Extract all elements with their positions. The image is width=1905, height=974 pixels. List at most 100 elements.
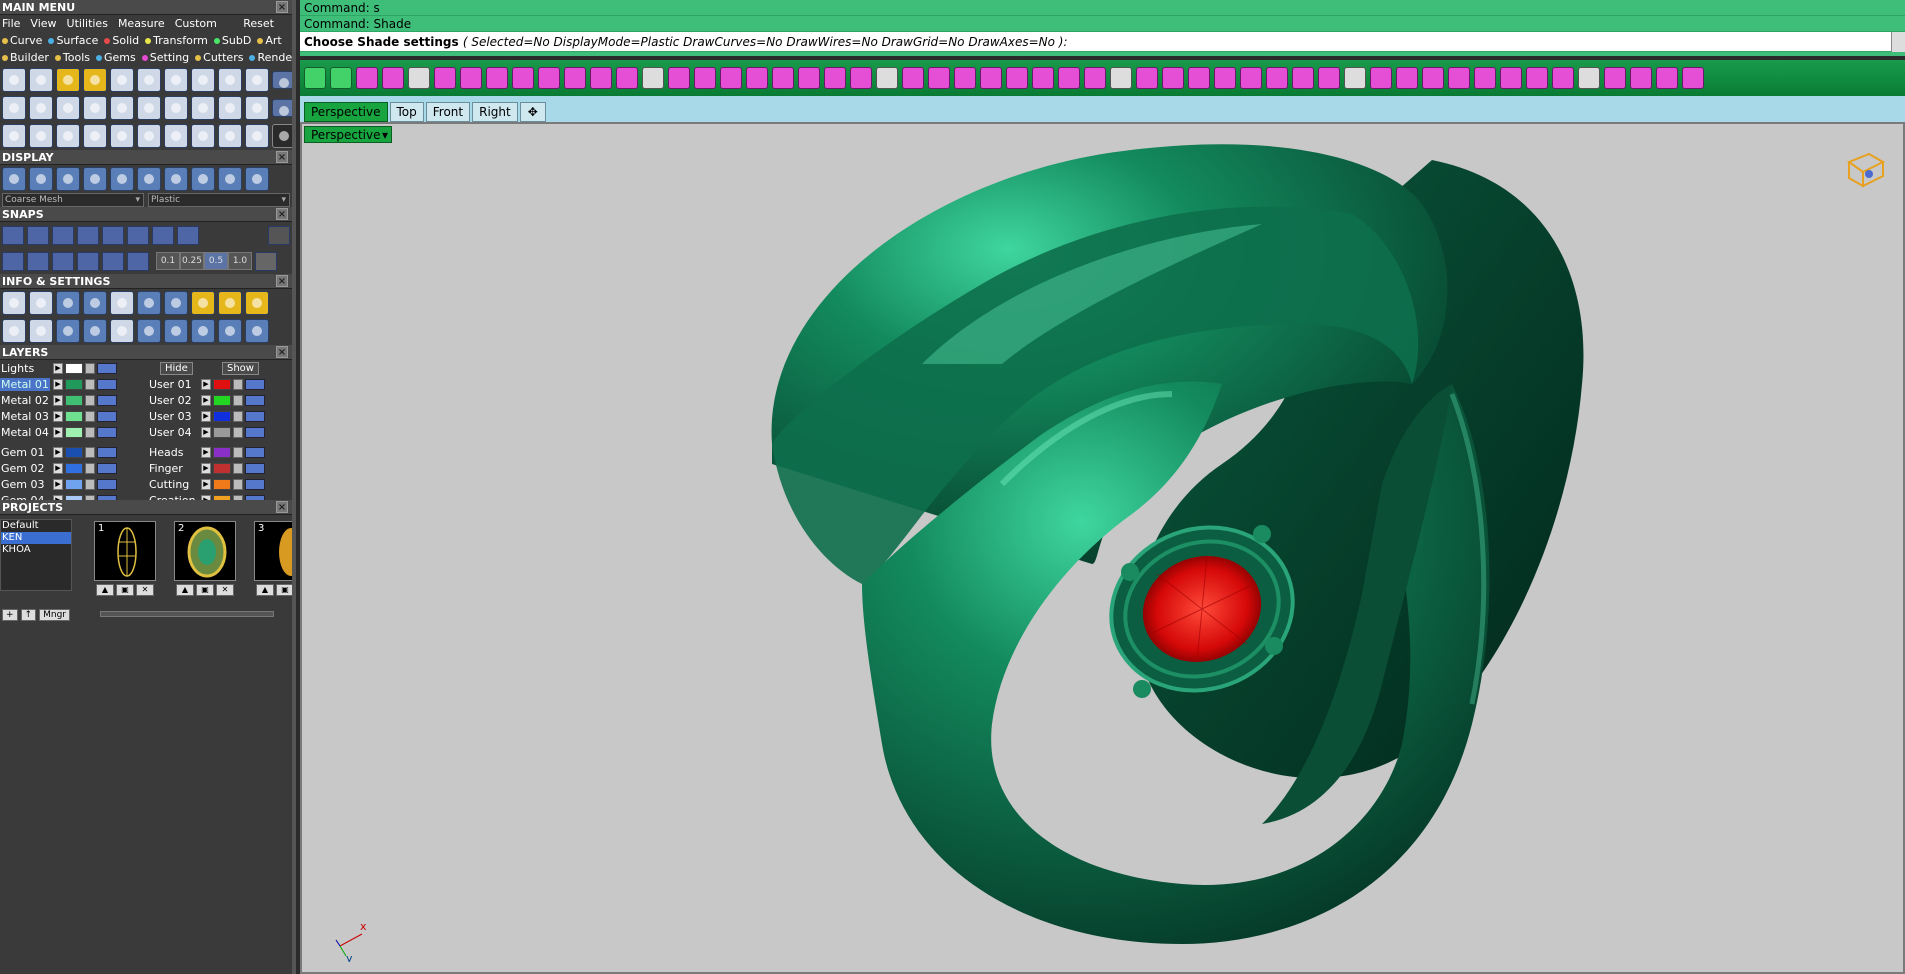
layer-name[interactable]: User 04 (148, 426, 198, 439)
expand-icon[interactable]: ▶ (53, 447, 63, 458)
plane-snap-icon[interactable] (27, 251, 49, 271)
layer-name[interactable]: Gem 01 (0, 446, 50, 459)
lock-icon[interactable] (85, 463, 95, 474)
lock-icon[interactable] (85, 379, 95, 390)
lock-icon[interactable] (233, 379, 243, 390)
delete-icon[interactable]: ✕ (136, 584, 154, 596)
display-mode-icon[interactable] (110, 167, 134, 191)
snap-value-1[interactable]: 0.25 (180, 252, 204, 270)
toolbar-tool-icon[interactable] (1526, 67, 1548, 89)
project-thumbnail[interactable]: 1 (94, 521, 156, 581)
layer-color-swatch[interactable] (213, 479, 231, 490)
lock-icon[interactable] (85, 411, 95, 422)
tab-top[interactable]: Top (389, 102, 424, 122)
expand-icon[interactable]: ▶ (201, 447, 211, 458)
display-mode-icon[interactable] (164, 167, 188, 191)
tool-icon[interactable] (137, 68, 161, 92)
visibility-toggle[interactable] (245, 427, 265, 438)
layer-name[interactable]: Metal 01 (0, 378, 50, 391)
visibility-toggle[interactable] (245, 463, 265, 474)
lock-icon[interactable] (85, 479, 95, 490)
layer-color-swatch[interactable] (213, 379, 231, 390)
view-cube-icon[interactable] (1843, 148, 1887, 188)
tool-icon[interactable] (245, 68, 269, 92)
toolbar-tool-icon[interactable] (876, 67, 898, 89)
up-icon[interactable]: ▲ (176, 584, 194, 596)
layer-name[interactable]: Metal 04 (0, 426, 50, 439)
toolbar-tool-icon[interactable] (486, 67, 508, 89)
grid-snap-icon[interactable] (2, 251, 24, 271)
project-thumbnail[interactable]: 3 (254, 521, 292, 581)
layer-row[interactable]: Metal 01 ▶ (0, 378, 117, 391)
toolbar-tool-icon[interactable] (824, 67, 846, 89)
save-icon[interactable]: ▣ (116, 584, 134, 596)
menu-file[interactable]: File (2, 15, 20, 32)
tool-icon[interactable] (83, 96, 107, 120)
project-item[interactable]: KEN (1, 532, 71, 544)
visibility-toggle[interactable] (245, 447, 265, 458)
expand-icon[interactable]: ▶ (201, 479, 211, 490)
info-icon[interactable] (164, 291, 188, 315)
close-icon[interactable]: × (276, 1, 288, 13)
main-tab-solid[interactable]: Solid (104, 32, 139, 49)
toolbar-tool-icon[interactable] (954, 67, 976, 89)
layer-row[interactable]: User 04 ▶ (148, 426, 265, 439)
toolbar-tool-icon[interactable] (1058, 67, 1080, 89)
layer-color-swatch[interactable] (65, 479, 83, 490)
info-icon[interactable] (29, 319, 53, 343)
close-icon[interactable]: × (276, 346, 288, 358)
main-tab-builder[interactable]: Builder (2, 49, 49, 66)
close-icon[interactable]: × (276, 208, 288, 220)
layer-color-swatch[interactable] (65, 427, 83, 438)
menu-measure[interactable]: Measure (118, 15, 165, 32)
layer-row[interactable]: Heads ▶ (148, 446, 265, 459)
layer-color-swatch[interactable] (213, 463, 231, 474)
tool-icon[interactable] (164, 124, 188, 148)
toolbar-tool-icon[interactable] (330, 67, 352, 89)
tool-icon[interactable] (191, 68, 215, 92)
visibility-toggle[interactable] (97, 395, 117, 406)
up-icon[interactable]: ▲ (256, 584, 274, 596)
toolbar-tool-icon[interactable] (720, 67, 742, 89)
toolbar-tool-icon[interactable] (434, 67, 456, 89)
toolbar-tool-icon[interactable] (1630, 67, 1652, 89)
info-icon[interactable] (83, 291, 107, 315)
snap-mode-icon[interactable] (177, 225, 199, 245)
tool-icon[interactable] (2, 68, 26, 92)
tool-icon[interactable] (29, 124, 53, 148)
main-tab-setting[interactable]: Setting (141, 49, 189, 66)
info-icon[interactable] (164, 319, 188, 343)
toolbar-tool-icon[interactable] (1344, 67, 1366, 89)
expand-icon[interactable]: ▶ (53, 463, 63, 474)
snap-mode-icon[interactable] (52, 225, 74, 245)
expand-icon[interactable]: ▶ (53, 479, 63, 490)
tool-icon[interactable] (245, 96, 269, 120)
toolbar-tool-icon[interactable] (1006, 67, 1028, 89)
toolbar-tool-icon[interactable] (980, 67, 1002, 89)
layer-row[interactable]: Gem 01 ▶ (0, 446, 117, 459)
close-icon[interactable]: × (276, 275, 288, 287)
tool-icon[interactable] (218, 68, 242, 92)
tool-icon[interactable] (137, 124, 161, 148)
expand-icon[interactable]: ▶ (201, 395, 211, 406)
display-mode-icon[interactable] (191, 167, 215, 191)
toolbar-tool-icon[interactable] (1656, 67, 1678, 89)
tool-icon[interactable] (137, 96, 161, 120)
expand-icon[interactable]: ▶ (53, 427, 63, 438)
manager-button[interactable]: Mngr (39, 609, 70, 621)
lock-icon[interactable] (233, 463, 243, 474)
toolbar-tool-icon[interactable] (564, 67, 586, 89)
toolbar-tool-icon[interactable] (1552, 67, 1574, 89)
toolbar-tool-icon[interactable] (1214, 67, 1236, 89)
display-mode-icon[interactable] (218, 167, 242, 191)
tool-icon[interactable] (29, 96, 53, 120)
lock-icon[interactable] (85, 395, 95, 406)
mesh-select[interactable]: Coarse Mesh (2, 193, 144, 207)
layer-name[interactable]: Finger (148, 462, 198, 475)
main-tab-curve[interactable]: Curve (2, 32, 42, 49)
toolbar-tool-icon[interactable] (1084, 67, 1106, 89)
add-icon[interactable]: + (2, 609, 18, 621)
plus-icon[interactable]: ✥ (519, 102, 546, 122)
grid-icon[interactable] (255, 251, 277, 271)
layer-color-swatch[interactable] (65, 447, 83, 458)
